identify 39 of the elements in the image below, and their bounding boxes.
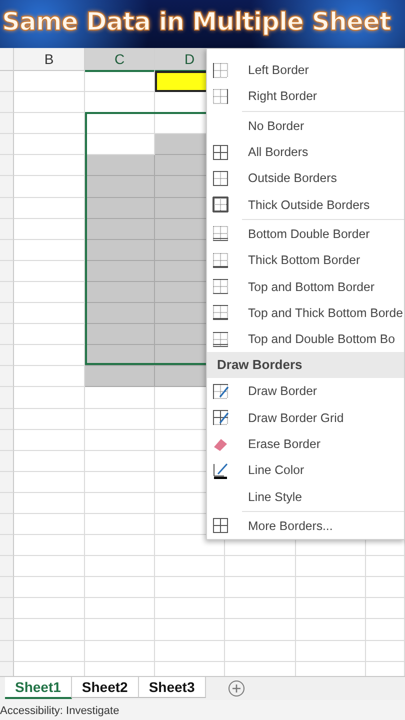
thick-bottom-border-icon (212, 252, 229, 269)
draw-border-icon (212, 382, 229, 400)
bottom-double-border-icon (212, 225, 229, 242)
top-thick-bottom-border-icon (212, 304, 229, 322)
menu-item[interactable]: Line Style (248, 490, 302, 504)
top-double-bottom-border-icon (212, 330, 229, 348)
menu-item[interactable]: Draw Border Grid (248, 410, 344, 425)
thick-outside-borders-icon (212, 196, 229, 214)
menu-item[interactable]: More Borders... (248, 518, 333, 533)
outside-borders-icon (212, 170, 229, 187)
sheet-tab[interactable]: Sheet3 (138, 677, 206, 698)
sheet-tab[interactable]: Sheet1 (5, 677, 72, 699)
menu-item[interactable]: Right Border (248, 89, 318, 104)
grid-icon (212, 517, 229, 534)
menu-item[interactable]: Top and Bottom Border (248, 280, 374, 294)
menu-item[interactable]: Top and Thick Bottom Borde (248, 306, 403, 320)
menu-item[interactable]: Draw Border (248, 384, 318, 398)
menu-item[interactable]: Bottom Double Border (248, 226, 370, 241)
left-border-icon (212, 62, 229, 79)
accessibility-status[interactable]: Accessibility: Investigate (0, 705, 120, 717)
menu-item[interactable]: No Border (248, 118, 304, 133)
right-border-icon (212, 88, 229, 105)
menu-item[interactable]: Thick Outside Borders (248, 198, 370, 212)
add-sheet-icon[interactable] (228, 680, 245, 697)
menu-item[interactable]: Thick Bottom Border (248, 253, 360, 268)
draw-border-grid-icon (212, 409, 229, 426)
menu-item[interactable]: All Borders (248, 145, 308, 160)
sheet-tab[interactable]: Sheet2 (72, 677, 139, 698)
menu-item[interactable]: Outside Borders (248, 171, 337, 186)
all-borders-icon (212, 144, 229, 161)
line-color-icon (212, 462, 229, 479)
video-title: Same Data in Multiple Sheet (1, 6, 392, 36)
menu-item[interactable]: Erase Border (248, 437, 320, 451)
top-bottom-border-icon (212, 278, 229, 296)
menu-item[interactable]: Top and Double Bottom Bo (248, 332, 395, 346)
menu-item[interactable]: Left Border (248, 63, 309, 78)
column-header[interactable]: C (85, 48, 155, 72)
menu-section-header: Draw Borders (207, 352, 404, 378)
menu-item[interactable]: Line Color (248, 463, 304, 478)
